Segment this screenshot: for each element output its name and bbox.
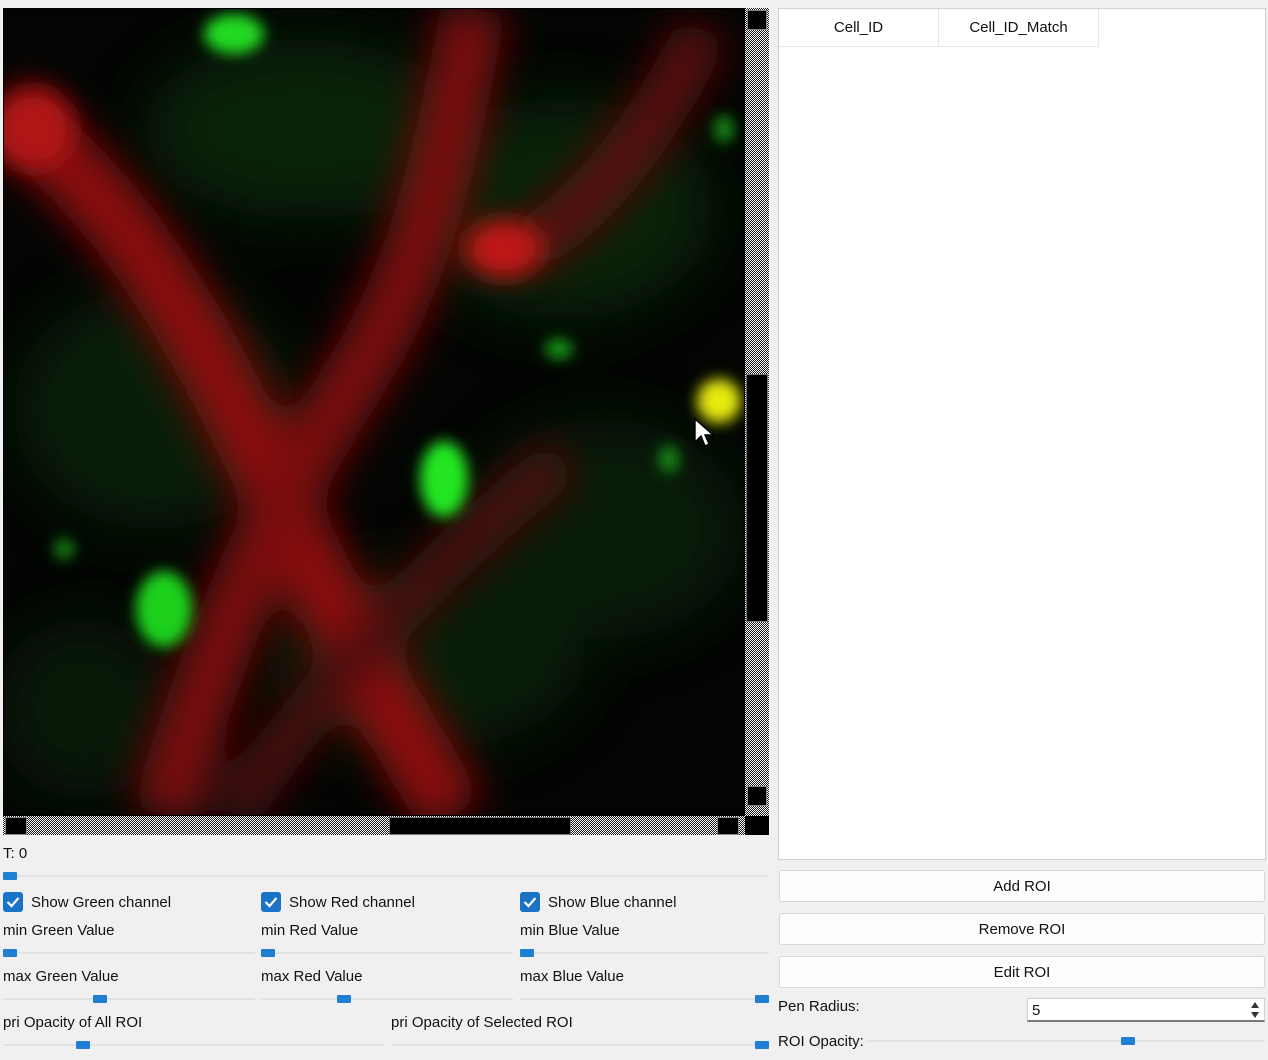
- scroll-corner: [745, 816, 769, 835]
- show-red-checkbox[interactable]: Show Red channel: [261, 891, 415, 913]
- scroll-left-arrow-icon[interactable]: [5, 817, 27, 835]
- scroll-down-arrow-icon[interactable]: [747, 786, 767, 806]
- show-red-label: Show Red channel: [289, 893, 415, 911]
- image-horizontal-scrollbar[interactable]: [3, 816, 745, 835]
- opacity-selected-handle[interactable]: [755, 1041, 769, 1049]
- show-green-checkbox[interactable]: Show Green channel: [3, 891, 171, 913]
- max-blue-handle[interactable]: [755, 995, 769, 1003]
- min-blue-slider[interactable]: [520, 947, 769, 959]
- max-blue-label: max Blue Value: [520, 968, 624, 985]
- roi-opacity-handle[interactable]: [1120, 1037, 1135, 1045]
- opacity-all-handle[interactable]: [76, 1041, 91, 1049]
- roi-opacity-slider[interactable]: [868, 1035, 1265, 1047]
- time-slider[interactable]: [3, 870, 769, 882]
- edit-roi-button[interactable]: Edit ROI: [779, 956, 1265, 988]
- min-green-label: min Green Value: [3, 922, 115, 939]
- scroll-right-arrow-icon[interactable]: [717, 817, 739, 835]
- opacity-all-slider[interactable]: [3, 1039, 383, 1051]
- checkmark-icon[interactable]: [261, 892, 281, 912]
- max-green-label: max Green Value: [3, 968, 119, 985]
- min-red-handle[interactable]: [261, 949, 275, 957]
- max-green-handle[interactable]: [93, 995, 108, 1003]
- show-blue-label: Show Blue channel: [548, 893, 677, 911]
- table-header: Cell_ID Cell_ID_Match: [779, 9, 1265, 47]
- pen-radius-value[interactable]: 5: [1032, 1002, 1040, 1019]
- vertical-scroll-thumb[interactable]: [746, 374, 768, 622]
- min-green-slider[interactable]: [3, 947, 255, 959]
- column-header-cell-id-match[interactable]: Cell_ID_Match: [939, 9, 1099, 47]
- min-blue-label: min Blue Value: [520, 922, 620, 939]
- roi-table[interactable]: Cell_ID Cell_ID_Match: [778, 8, 1266, 860]
- min-red-slider[interactable]: [261, 947, 513, 959]
- max-green-slider[interactable]: [3, 993, 255, 1005]
- add-roi-button[interactable]: Add ROI: [779, 870, 1265, 902]
- min-green-handle[interactable]: [3, 949, 17, 957]
- opacity-selected-slider[interactable]: [391, 1039, 769, 1051]
- checkmark-icon[interactable]: [3, 892, 23, 912]
- opacity-selected-label: pri Opacity of Selected ROI: [391, 1014, 573, 1031]
- min-red-label: min Red Value: [261, 922, 359, 939]
- scroll-up-arrow-icon[interactable]: [747, 10, 767, 30]
- show-green-label: Show Green channel: [31, 893, 172, 911]
- horizontal-scroll-thumb[interactable]: [389, 817, 571, 835]
- max-red-label: max Red Value: [261, 968, 363, 985]
- image-viewer[interactable]: [3, 8, 769, 835]
- microscopy-image-canvas: [4, 9, 744, 815]
- remove-roi-button[interactable]: Remove ROI: [779, 913, 1265, 945]
- image-vertical-scrollbar[interactable]: [745, 8, 769, 816]
- min-blue-handle[interactable]: [520, 949, 534, 957]
- time-label: T: 0: [3, 845, 28, 862]
- fluorescence-image[interactable]: [4, 9, 744, 815]
- spin-down-icon[interactable]: [1251, 1012, 1259, 1018]
- max-red-slider[interactable]: [261, 993, 513, 1005]
- pen-radius-label: Pen Radius:: [778, 998, 860, 1015]
- max-red-handle[interactable]: [337, 995, 352, 1003]
- time-slider-handle[interactable]: [3, 872, 17, 880]
- roi-opacity-label: ROI Opacity:: [778, 1033, 864, 1050]
- spin-up-icon[interactable]: [1251, 1002, 1259, 1008]
- checkmark-icon[interactable]: [520, 892, 540, 912]
- pen-radius-spinbox[interactable]: 5: [1027, 998, 1265, 1022]
- column-header-cell-id[interactable]: Cell_ID: [779, 9, 939, 47]
- show-blue-checkbox[interactable]: Show Blue channel: [520, 891, 676, 913]
- opacity-all-label: pri Opacity of All ROI: [3, 1014, 143, 1031]
- max-blue-slider[interactable]: [520, 993, 769, 1005]
